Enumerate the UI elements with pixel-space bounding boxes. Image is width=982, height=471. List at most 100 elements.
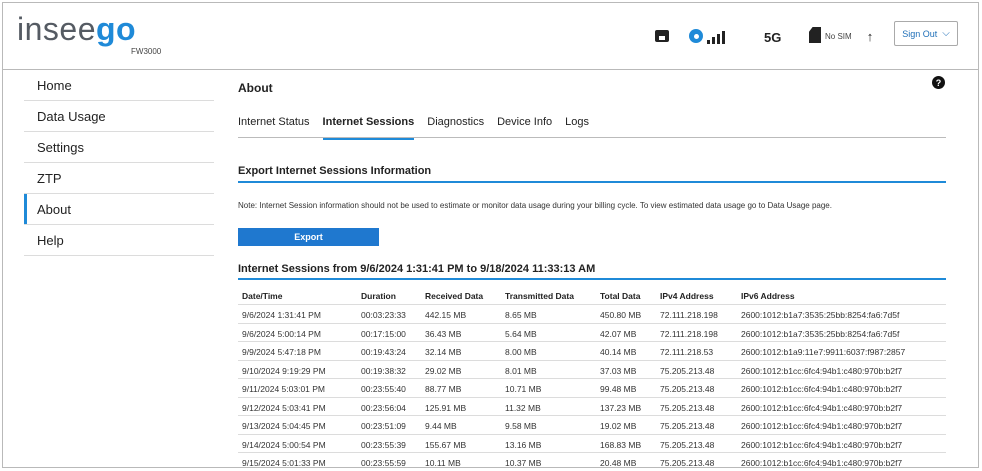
table-cell: 00:19:38:32 [361, 365, 406, 376]
table-cell: 11.32 MB [505, 402, 541, 413]
help-icon[interactable]: ? [932, 76, 945, 89]
table-cell: 8.65 MB [505, 310, 537, 320]
table-cell: 168.83 MB [600, 439, 642, 450]
table-cell: 9/9/2024 5:47:18 PM [242, 347, 321, 357]
column-header: Date/Time [242, 291, 283, 301]
column-header: Transmitted Data [505, 291, 574, 301]
export-section-title: Export Internet Sessions Information [238, 165, 432, 177]
table-cell: 442.15 MB [425, 310, 467, 320]
table-cell: 00:23:55:59 [361, 458, 406, 468]
tabs-divider [238, 137, 946, 138]
table-cell: 00:17:15:00 [361, 328, 406, 339]
table-cell: 155.67 MB [425, 439, 467, 450]
table-cell: 42.07 MB [600, 328, 637, 339]
table-cell: 32.14 MB [425, 347, 462, 357]
table-cell: 2600:1012:b1a7:3535:25bb:8254:fa6:7d5f [741, 310, 900, 320]
sidebar-item-label: About [37, 201, 71, 217]
sidebar-nav: Home Data Usage Settings ZTP About Help [24, 70, 214, 256]
table-cell: 40.14 MB [600, 347, 637, 357]
column-header: Duration [361, 291, 396, 301]
sidebar-item-about[interactable]: About [24, 194, 214, 225]
sidebar-item-label: Data Usage [37, 108, 106, 124]
sidebar-item-settings[interactable]: Settings [24, 132, 214, 163]
table-row: 9/14/2024 5:00:54 PM 00:23:55:39 155.67 MB… [238, 435, 946, 453]
column-header: Received Data [425, 291, 484, 301]
table-cell: 36.43 MB [425, 328, 462, 339]
table-cell: 72.111.218.198 [660, 328, 718, 339]
sidebar-item-data-usage[interactable]: Data Usage [24, 101, 214, 132]
table-cell: 2600:1012:b1cc:6fc4:94b1:c480:970b:b2f7 [741, 421, 903, 431]
table-cell: 8.01 MB [505, 365, 537, 376]
table-cell: 9.44 MB [425, 421, 457, 431]
table-row: 9/6/2024 1:31:41 PM 00:03:23:33 442.15 MB 8… [238, 305, 946, 324]
table-cell: 9/11/2024 5:03:01 PM [242, 384, 326, 394]
sidebar-item-label: ZTP [37, 170, 62, 186]
sidebar-item-help[interactable]: Help [24, 225, 214, 256]
chevron-down-icon: ⌵ [942, 28, 950, 39]
table-row: 9/6/2024 5:00:14 PM 00:17:15:00 36.43 MB 5.… [238, 324, 946, 342]
table-cell: 75.205.213.48 [660, 458, 715, 468]
ethernet-icon [655, 30, 669, 42]
table-cell: 00:03:23:33 [361, 310, 406, 320]
table-header-row: Date/Time Duration Received Data Transmi… [238, 286, 946, 305]
sign-out-button[interactable]: Sign Out ⌵ [894, 21, 958, 46]
model-label: FW3000 [131, 47, 162, 56]
table-cell: 5.64 MB [505, 328, 537, 339]
table-cell: 72.111.218.53 [660, 347, 714, 357]
sidebar-item-label: Home [37, 77, 72, 93]
network-type-label: 5G [764, 30, 782, 45]
sidebar-item-home[interactable]: Home [24, 70, 214, 101]
table-row: 9/11/2024 5:03:01 PM 00:23:55:40 88.77 MB 1… [238, 379, 946, 398]
table-cell: 2600:1012:b1cc:6fc4:94b1:c480:970b:b2f7 [741, 439, 903, 450]
table-cell: 2600:1012:b1a9:11e7:9911:6037:f987:2857 [741, 347, 906, 357]
inseego-logo: inseego [17, 11, 136, 48]
sidebar-item-ztp[interactable]: ZTP [24, 163, 214, 194]
table-cell: 19.02 MB [600, 421, 637, 431]
column-header: IPv6 Address [741, 291, 795, 301]
logo-part1: insee [17, 11, 96, 47]
table-cell: 75.205.213.48 [660, 421, 715, 431]
table-cell: 00:19:43:24 [361, 347, 406, 357]
table-cell: 2600:1012:b1cc:6fc4:94b1:c480:970b:b2f7 [741, 365, 903, 376]
table-cell: 00:23:55:40 [361, 384, 406, 394]
table-row: 9/12/2024 5:03:41 PM 00:23:56:04 125.91 MB… [238, 398, 946, 416]
export-button[interactable]: Export [238, 228, 379, 246]
table-cell: 9/6/2024 1:31:41 PM [242, 310, 321, 320]
table-cell: 20.48 MB [600, 458, 637, 468]
table-row: 9/15/2024 5:01:33 PM 00:23:55:59 10.11 MB 1… [238, 453, 946, 471]
logo-part2: go [96, 11, 137, 47]
up-arrow-icon: ↑ [866, 28, 874, 44]
table-cell: 00:23:56:04 [361, 402, 406, 413]
table-cell: 00:23:55:39 [361, 439, 406, 450]
table-cell: 75.205.213.48 [660, 402, 715, 413]
table-cell: 9/14/2024 5:00:54 PM [242, 439, 326, 450]
table-cell: 125.91 MB [425, 402, 467, 413]
table-cell: 2600:1012:b1cc:6fc4:94b1:c480:970b:b2f7 [741, 458, 903, 468]
table-cell: 9/6/2024 5:00:14 PM [242, 328, 321, 339]
table-cell: 88.77 MB [425, 384, 462, 394]
sessions-table: Date/Time Duration Received Data Transmi… [238, 286, 946, 471]
table-cell: 10.11 MB [425, 458, 461, 468]
table-cell: 75.205.213.48 [660, 365, 715, 376]
table-cell: 8.00 MB [505, 347, 537, 357]
column-header: IPv4 Address [660, 291, 714, 301]
table-cell: 00:23:51:09 [361, 421, 406, 431]
wifi-icon [689, 29, 703, 43]
table-cell: 9/10/2024 9:19:29 PM [242, 365, 326, 376]
table-cell: 9/15/2024 5:01:33 PM [242, 458, 326, 468]
sign-out-label: Sign Out [902, 28, 938, 39]
signal-bars-icon [705, 27, 727, 44]
table-cell: 137.23 MB [600, 402, 642, 413]
usage-note: Note: Internet Session information shoul… [238, 201, 832, 210]
table-cell: 10.71 MB [505, 384, 542, 394]
table-cell: 99.48 MB [600, 384, 637, 394]
sidebar-item-label: Settings [37, 139, 84, 155]
table-row: 9/10/2024 9:19:29 PM 00:19:38:32 29.02 MB 8… [238, 361, 946, 379]
table-body: 9/6/2024 1:31:41 PM 00:03:23:33 442.15 MB 8… [238, 305, 946, 471]
column-header: Total Data [600, 291, 641, 301]
table-cell: 10.37 MB [505, 458, 542, 468]
table-cell: 2600:1012:b1a7:3535:25bb:8254:fa6:7d5f [741, 328, 900, 339]
sim-status-label: No SIM [825, 32, 852, 41]
sidebar-item-label: Help [37, 232, 64, 248]
table-cell: 450.80 MB [600, 310, 642, 320]
